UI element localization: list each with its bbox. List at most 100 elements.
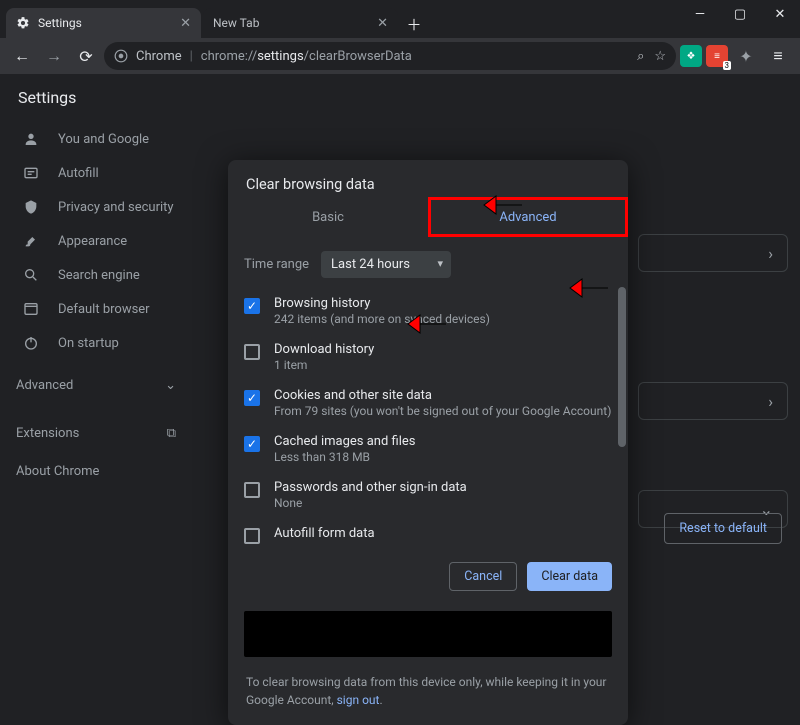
option-title: Browsing history — [274, 296, 490, 311]
dialog-footer: Cancel Clear data — [228, 550, 628, 603]
sidebar-item-label: Default browser — [58, 302, 150, 317]
time-range-select[interactable]: Last 24 hours — [321, 251, 451, 278]
reading-list-icon[interactable]: ≡ — [764, 42, 792, 70]
reload-button[interactable]: ⟳ — [72, 42, 100, 70]
sidebar-about-chrome[interactable]: About Chrome — [0, 454, 200, 488]
shield-icon — [22, 199, 40, 215]
content-panels: › › ⌄ — [638, 234, 788, 536]
checkbox[interactable] — [244, 528, 260, 544]
option-title: Cookies and other site data — [274, 388, 611, 403]
chrome-label: Chrome — [136, 49, 182, 64]
tab-title: Settings — [38, 16, 82, 30]
chevron-right-icon: › — [768, 244, 773, 263]
sidebar-advanced-toggle[interactable]: Advanced ⌄ — [0, 368, 200, 402]
extension-3-icon[interactable]: ✦ — [732, 42, 760, 70]
tab-strip: Settings ✕ New Tab ✕ ＋ — ▢ ✕ — [0, 8, 800, 38]
time-range-label: Time range — [244, 257, 309, 272]
new-tab-button[interactable]: ＋ — [400, 10, 428, 38]
sidebar-item-label: Search engine — [58, 268, 140, 283]
maximize-button[interactable]: ▢ — [720, 0, 760, 28]
cancel-button[interactable]: Cancel — [449, 562, 517, 591]
close-icon[interactable]: ✕ — [377, 16, 388, 31]
forward-button[interactable]: → — [40, 42, 68, 70]
dialog-tabs: Basic Advanced — [228, 197, 628, 237]
reset-to-default-button[interactable]: Reset to default — [664, 513, 782, 544]
annotation-arrow-icon — [406, 311, 448, 337]
sidebar-item-search-engine[interactable]: Search engine — [0, 258, 190, 292]
power-icon — [22, 335, 40, 351]
page-title: Settings — [18, 88, 76, 107]
option-title: Cached images and files — [274, 434, 415, 449]
gear-icon — [16, 16, 30, 30]
tab-title: New Tab — [213, 16, 259, 30]
extension-1-icon[interactable]: ❖ — [680, 45, 702, 67]
settings-row[interactable]: › — [638, 382, 788, 420]
close-button[interactable]: ✕ — [760, 0, 800, 28]
option-title: Autofill form data — [274, 526, 375, 541]
tab-settings[interactable]: Settings ✕ — [6, 8, 201, 38]
checkbox[interactable]: ✓ — [244, 298, 260, 314]
chrome-icon — [114, 49, 128, 63]
sign-out-link[interactable]: sign out — [337, 693, 380, 707]
sidebar-item-autofill[interactable]: Autofill — [0, 156, 190, 190]
chevron-down-icon: ⌄ — [165, 378, 176, 393]
clear-browsing-data-dialog: Clear browsing data Basic Advanced Time … — [228, 160, 628, 725]
checkbox[interactable]: ✓ — [244, 436, 260, 452]
search-in-page-icon[interactable]: ⌕ — [637, 49, 644, 64]
redacted-region — [244, 611, 612, 657]
tab-new[interactable]: New Tab ✕ — [203, 8, 398, 38]
sidebar-extensions[interactable]: Extensions⧉ — [0, 416, 200, 450]
option-subtitle: 242 items (and more on synced devices) — [274, 312, 490, 326]
autofill-icon — [22, 165, 40, 181]
sidebar-item-privacy[interactable]: Privacy and security — [0, 190, 190, 224]
sidebar-item-default-browser[interactable]: Default browser — [0, 292, 190, 326]
dialog-title: Clear browsing data — [228, 160, 628, 197]
browser-icon — [22, 301, 40, 317]
sidebar-item-appearance[interactable]: Appearance — [0, 224, 190, 258]
option-subtitle: None — [274, 496, 467, 510]
external-link-icon: ⧉ — [167, 426, 176, 441]
window-controls: — ▢ ✕ — [680, 0, 800, 28]
sidebar-item-you-and-google[interactable]: You and Google — [0, 122, 190, 156]
settings-row[interactable]: › — [638, 234, 788, 272]
sidebar-item-label: You and Google — [58, 132, 149, 147]
sidebar-item-label: Privacy and security — [58, 200, 174, 215]
clear-data-button[interactable]: Clear data — [527, 562, 612, 591]
url-text: chrome://settings/clearBrowserData — [201, 49, 412, 64]
close-icon[interactable]: ✕ — [180, 16, 191, 31]
sidebar-item-label: Advanced — [16, 378, 73, 393]
settings-sidebar: You and Google Autofill Privacy and secu… — [0, 122, 200, 488]
address-bar[interactable]: Chrome | chrome://settings/clearBrowserD… — [104, 42, 676, 70]
tab-basic[interactable]: Basic — [228, 197, 428, 237]
sidebar-item-label: On startup — [58, 336, 119, 351]
checkbox[interactable]: ✓ — [244, 390, 260, 406]
settings-page: Settings You and Google Autofill Privacy… — [0, 74, 800, 566]
annotation-arrow-icon — [568, 275, 610, 301]
option-autofill-form-data[interactable]: Autofill form data — [244, 518, 612, 546]
dialog-footnote: To clear browsing data from this device … — [228, 669, 628, 725]
option-subtitle: Less than 318 MB — [274, 450, 415, 464]
tab-advanced[interactable]: Advanced — [428, 197, 628, 237]
brush-icon — [22, 233, 40, 249]
checkbox[interactable] — [244, 344, 260, 360]
option-subtitle: From 79 sites (you won't be signed out o… — [274, 404, 611, 418]
back-button[interactable]: ← — [8, 42, 36, 70]
person-icon — [22, 131, 40, 147]
checkbox[interactable] — [244, 482, 260, 498]
option-passwords[interactable]: Passwords and other sign-in dataNone — [244, 472, 612, 518]
scrollbar[interactable] — [618, 287, 626, 447]
minimize-button[interactable]: — — [680, 0, 720, 28]
option-cookies[interactable]: ✓ Cookies and other site dataFrom 79 sit… — [244, 380, 612, 426]
option-cached-images[interactable]: ✓ Cached images and filesLess than 318 M… — [244, 426, 612, 472]
sidebar-item-on-startup[interactable]: On startup — [0, 326, 190, 360]
sidebar-item-label: Autofill — [58, 166, 99, 181]
bookmark-star-icon[interactable]: ☆ — [654, 49, 666, 64]
option-title: Download history — [274, 342, 374, 357]
sidebar-item-label: Appearance — [58, 234, 127, 249]
annotation-arrow-icon — [482, 192, 524, 218]
option-download-history[interactable]: Download history1 item — [244, 334, 612, 380]
chevron-right-icon: › — [768, 392, 773, 411]
extension-2-icon[interactable]: ≡3 — [706, 45, 728, 67]
option-title: Passwords and other sign-in data — [274, 480, 467, 495]
option-subtitle: 1 item — [274, 358, 374, 372]
